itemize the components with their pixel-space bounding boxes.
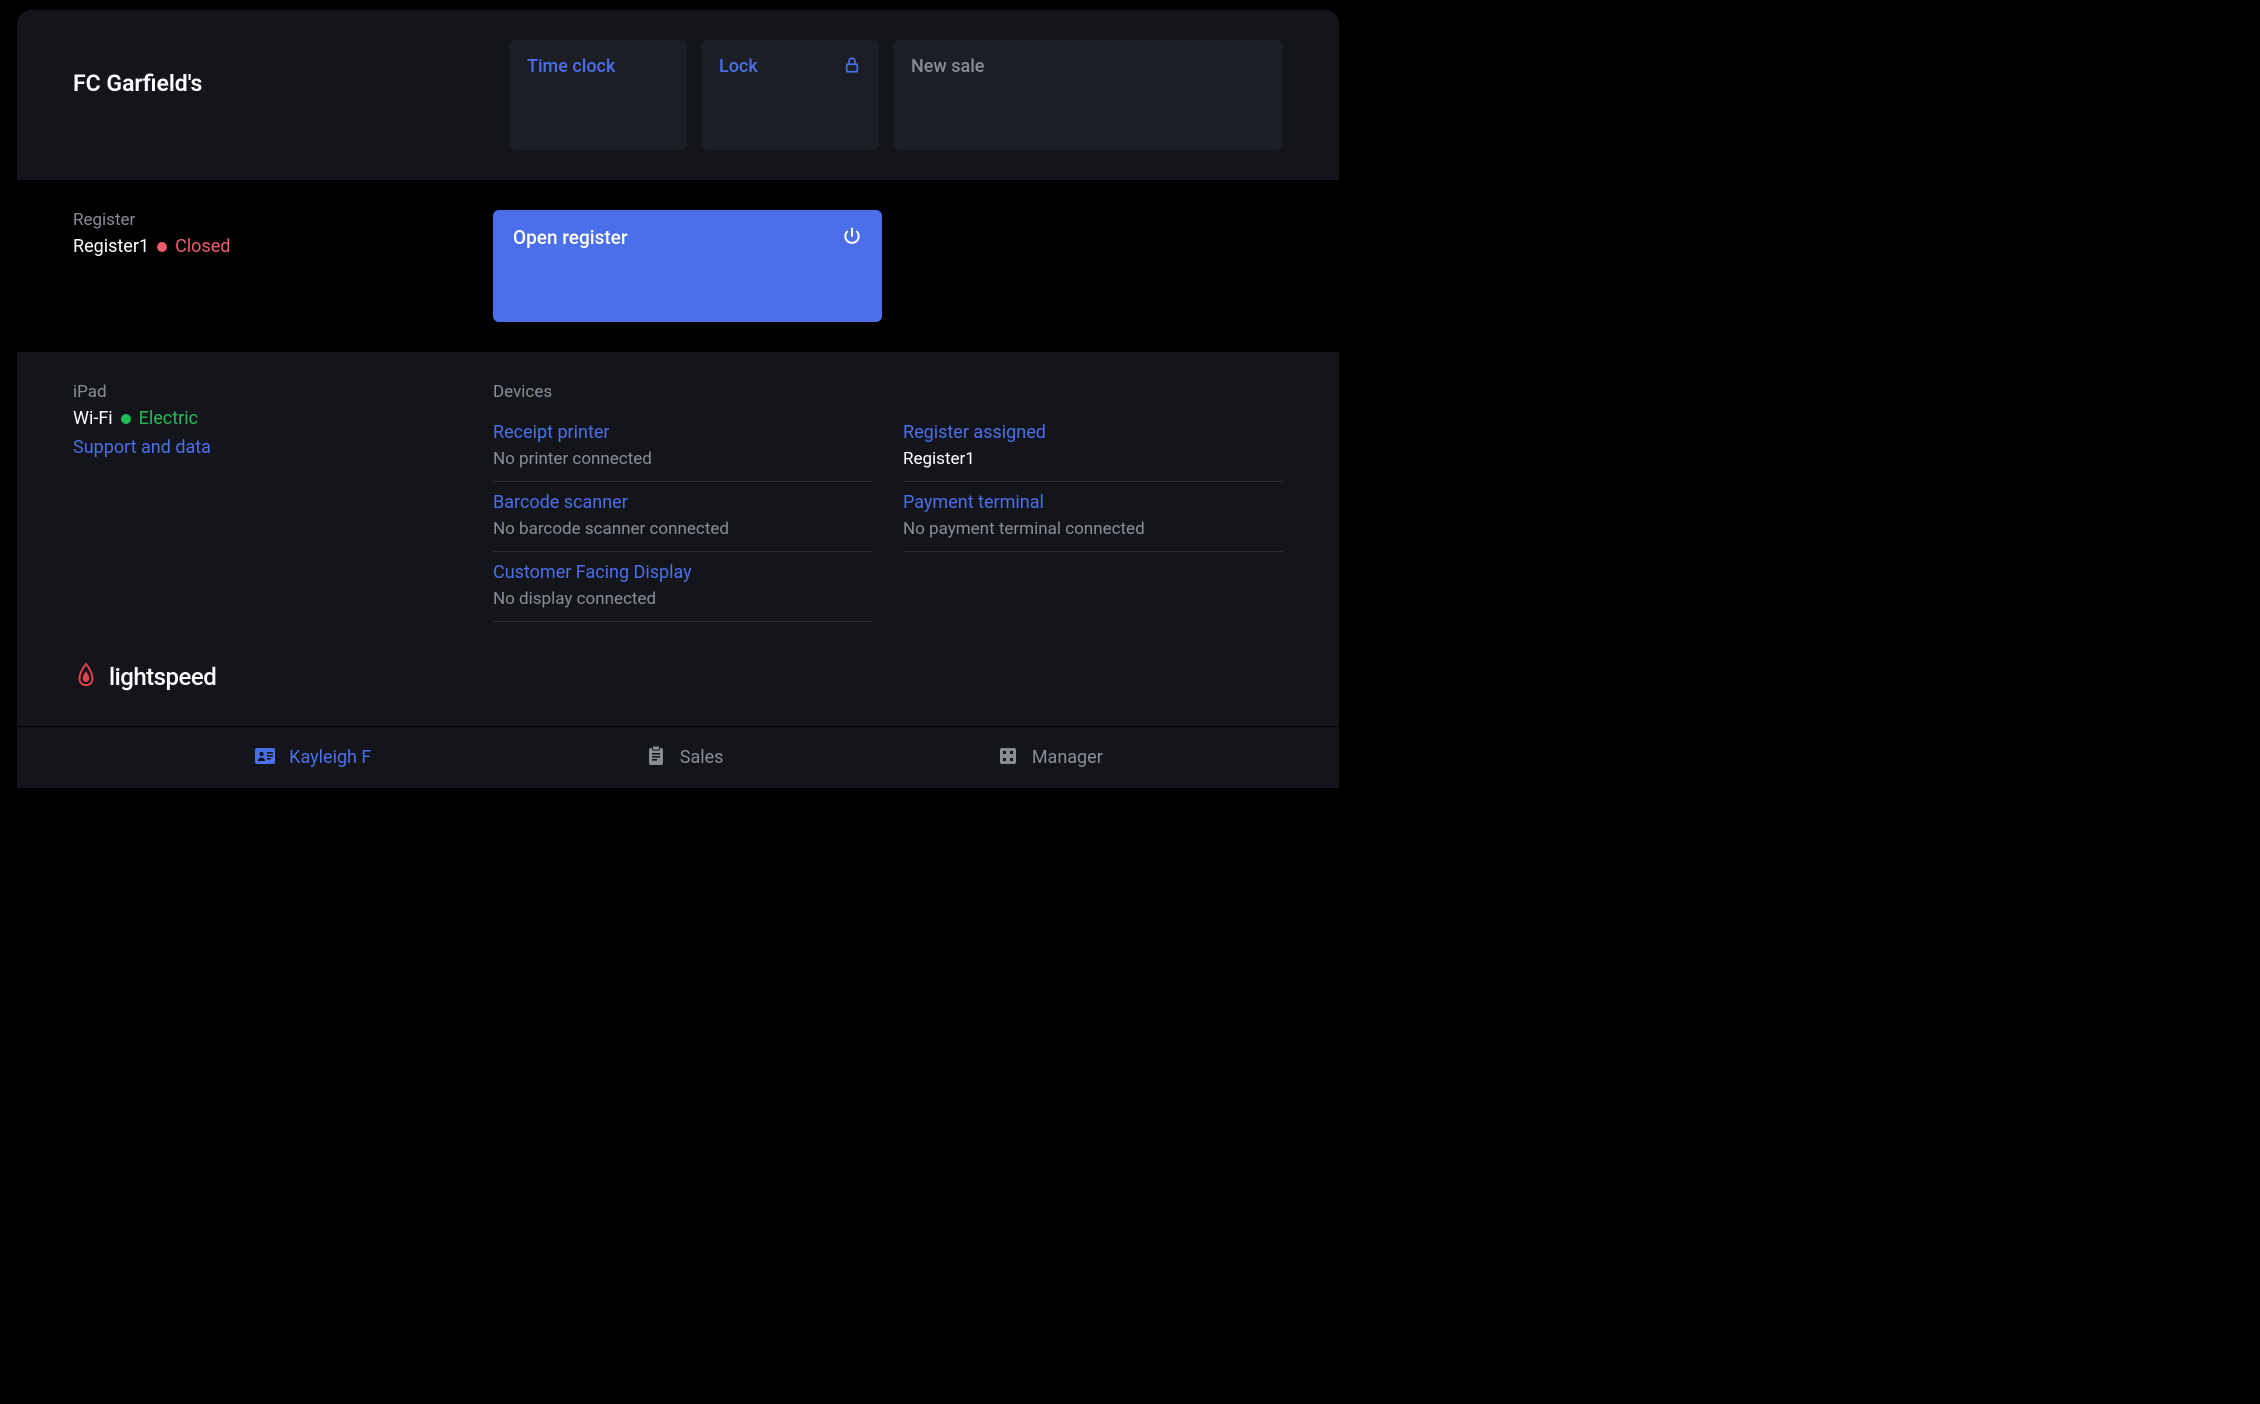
header-tiles: Time clock Lock New sale xyxy=(509,40,1283,150)
store-icon xyxy=(996,744,1020,772)
brand-name: lightspeed xyxy=(109,663,216,691)
device-status: No display connected xyxy=(493,589,873,609)
nav-user-label: Kayleigh F xyxy=(289,747,371,768)
open-register-label: Open register xyxy=(513,226,628,306)
device-title: Payment terminal xyxy=(903,492,1283,513)
device-value: Register1 xyxy=(903,449,1283,469)
lock-icon xyxy=(843,56,861,134)
nav-sales-label: Sales xyxy=(680,747,724,768)
wifi-status-dot-icon xyxy=(121,414,131,424)
devices-section: iPad Wi-Fi Electric Support and data Dev… xyxy=(17,352,1339,726)
device-title: Customer Facing Display xyxy=(493,562,873,583)
register-name: Register1 xyxy=(73,236,149,257)
device-customer-facing-display[interactable]: Customer Facing Display No display conne… xyxy=(493,552,873,622)
support-and-data-link[interactable]: Support and data xyxy=(73,437,493,458)
device-title: Receipt printer xyxy=(493,422,873,443)
time-clock-tile[interactable]: Time clock xyxy=(509,40,687,150)
device-title: Barcode scanner xyxy=(493,492,873,513)
nav-manager[interactable]: Manager xyxy=(996,744,1103,772)
ipad-info: iPad Wi-Fi Electric Support and data xyxy=(73,382,493,622)
device-register-assigned[interactable]: Register assigned Register1 xyxy=(903,412,1283,482)
device-status: No printer connected xyxy=(493,449,873,469)
power-icon xyxy=(842,226,862,306)
bottom-nav: Kayleigh F Sales xyxy=(17,726,1339,788)
device-title: Register assigned xyxy=(903,422,1283,443)
wifi-label: Wi-Fi xyxy=(73,408,113,429)
user-badge-icon xyxy=(253,744,277,772)
new-sale-label: New sale xyxy=(911,56,984,134)
nav-manager-label: Manager xyxy=(1032,747,1103,768)
device-status: No barcode scanner connected xyxy=(493,519,873,539)
device-payment-terminal[interactable]: Payment terminal No payment terminal con… xyxy=(903,482,1283,552)
status-dot-closed-icon xyxy=(157,242,167,252)
register-info: Register Register1 Closed xyxy=(73,210,493,257)
store-name: FC Garfield's xyxy=(73,40,493,97)
device-status: No payment terminal connected xyxy=(903,519,1283,539)
clipboard-icon xyxy=(644,744,668,772)
wifi-name: Electric xyxy=(139,408,198,429)
lightspeed-flame-icon xyxy=(73,662,99,692)
lock-tile[interactable]: Lock xyxy=(701,40,879,150)
devices-column-right: Register assigned Register1 Payment term… xyxy=(903,382,1283,622)
time-clock-label: Time clock xyxy=(527,56,615,134)
header: FC Garfield's Time clock Lock New sale xyxy=(17,10,1339,180)
devices-heading-spacer xyxy=(903,382,1283,402)
device-barcode-scanner[interactable]: Barcode scanner No barcode scanner conne… xyxy=(493,482,873,552)
brand-logo: lightspeed xyxy=(73,662,1283,692)
devices-column-left: Devices Receipt printer No printer conne… xyxy=(493,382,873,622)
devices-heading: Devices xyxy=(493,382,873,402)
device-receipt-printer[interactable]: Receipt printer No printer connected xyxy=(493,412,873,482)
ipad-heading: iPad xyxy=(73,382,493,402)
register-heading: Register xyxy=(73,210,493,230)
lock-label: Lock xyxy=(719,56,758,134)
register-status: Closed xyxy=(175,236,230,257)
open-register-button[interactable]: Open register xyxy=(493,210,882,322)
nav-sales[interactable]: Sales xyxy=(644,744,724,772)
new-sale-tile[interactable]: New sale xyxy=(893,40,1283,150)
register-section: Register Register1 Closed Open register xyxy=(17,180,1339,352)
nav-user[interactable]: Kayleigh F xyxy=(253,744,371,772)
